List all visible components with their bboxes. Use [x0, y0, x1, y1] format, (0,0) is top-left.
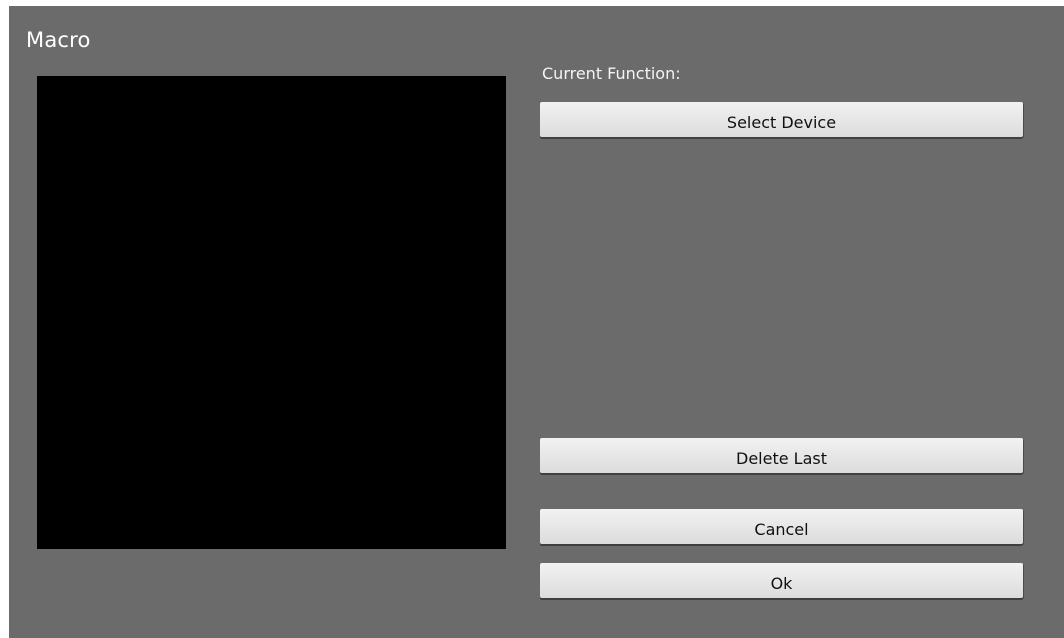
select-device-button[interactable]: Select Device [540, 102, 1023, 137]
dialog-title: Macro [26, 28, 91, 52]
cancel-button[interactable]: Cancel [540, 509, 1023, 544]
ok-button[interactable]: Ok [540, 563, 1023, 598]
macro-dialog: Macro Current Function: Select Device De… [9, 6, 1064, 638]
macro-preview-area [37, 76, 506, 549]
delete-last-button[interactable]: Delete Last [540, 438, 1023, 473]
current-function-label: Current Function: [542, 64, 681, 83]
